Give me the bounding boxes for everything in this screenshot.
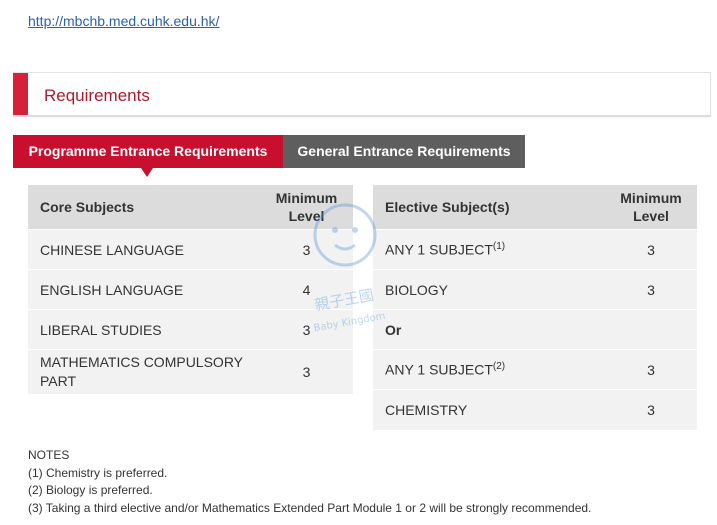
table-row: Or	[373, 309, 697, 350]
level-cell: 3	[605, 349, 697, 390]
section-title: Requirements	[44, 86, 150, 105]
table-row: ANY 1 SUBJECT(1) 3	[373, 229, 697, 270]
minimum-label: Minimum	[620, 190, 682, 206]
watermark-subtext: Baby Kingdom	[313, 311, 386, 334]
subject-cell: BIOLOGY	[373, 269, 605, 310]
level-cell	[605, 309, 697, 350]
accent-bar	[13, 73, 28, 115]
baby-kingdom-watermark: 親子王國 Baby Kingdom	[313, 203, 386, 334]
requirements-section-header: Requirements	[13, 72, 711, 117]
tab-programme-entrance-requirements[interactable]: Programme Entrance Requirements	[13, 135, 283, 177]
table-row: CHEMISTRY 3	[373, 389, 697, 430]
table-header-row: Elective Subject(s) Minimum Level	[373, 185, 697, 230]
notes-section: NOTES (1) Chemistry is preferred. (2) Bi…	[28, 447, 591, 517]
or-separator: Or	[373, 309, 605, 350]
table-row: ANY 1 SUBJECT(2) 3	[373, 349, 697, 390]
core-subjects-header: Core Subjects	[28, 185, 260, 230]
table-row: BIOLOGY 3	[373, 269, 697, 310]
programme-website-link[interactable]: http://mbchb.med.cuhk.edu.hk/	[28, 13, 219, 29]
level-cell: 3	[605, 229, 697, 270]
notes-title: NOTES	[28, 448, 70, 462]
mascot-smile-icon	[334, 243, 356, 251]
subject-text: ANY 1 SUBJECT	[385, 241, 493, 258]
mascot-eye-icon	[352, 227, 358, 233]
subject-line: PART	[40, 372, 77, 389]
subject-line: MATHEMATICS COMPULSORY	[40, 353, 244, 370]
elective-subjects-header: Elective Subject(s)	[373, 185, 605, 230]
level-cell: 3	[605, 389, 697, 430]
subject-cell: ANY 1 SUBJECT(1)	[373, 229, 605, 270]
note-item: (2) Biology is preferred.	[28, 483, 153, 497]
subject-cell: MATHEMATICS COMPULSORY PART	[28, 349, 260, 394]
subject-cell: ENGLISH LANGUAGE	[28, 269, 260, 310]
table-row: MATHEMATICS COMPULSORY PART 3	[28, 349, 353, 394]
minimum-level-header: Minimum Level	[605, 185, 697, 230]
note-item: (1) Chemistry is preferred.	[28, 465, 168, 480]
level-label: Level	[633, 208, 669, 224]
watermark-text: 親子王國	[313, 286, 375, 314]
elective-subjects-table: Elective Subject(s) Minimum Level ANY 1 …	[373, 185, 697, 430]
requirements-tabs: Programme Entrance Requirements General …	[13, 135, 711, 177]
subject-cell: ANY 1 SUBJECT(2)	[373, 349, 605, 390]
level-cell: 3	[260, 349, 353, 394]
mascot-face-icon	[313, 203, 377, 267]
subject-cell: LIBERAL STUDIES	[28, 309, 260, 350]
subject-cell: CHINESE LANGUAGE	[28, 229, 260, 270]
footnote-ref: (1)	[492, 241, 506, 253]
subject-text: ANY 1 SUBJECT	[385, 361, 493, 378]
tab-general-entrance-requirements[interactable]: General Entrance Requirements	[283, 135, 525, 168]
footnote-ref: (2)	[492, 361, 506, 373]
mascot-eye-icon	[332, 227, 338, 233]
level-cell: 3	[605, 269, 697, 310]
subject-cell: CHEMISTRY	[373, 389, 605, 430]
note-item: (3) Taking a third elective and/or Mathe…	[28, 500, 592, 515]
